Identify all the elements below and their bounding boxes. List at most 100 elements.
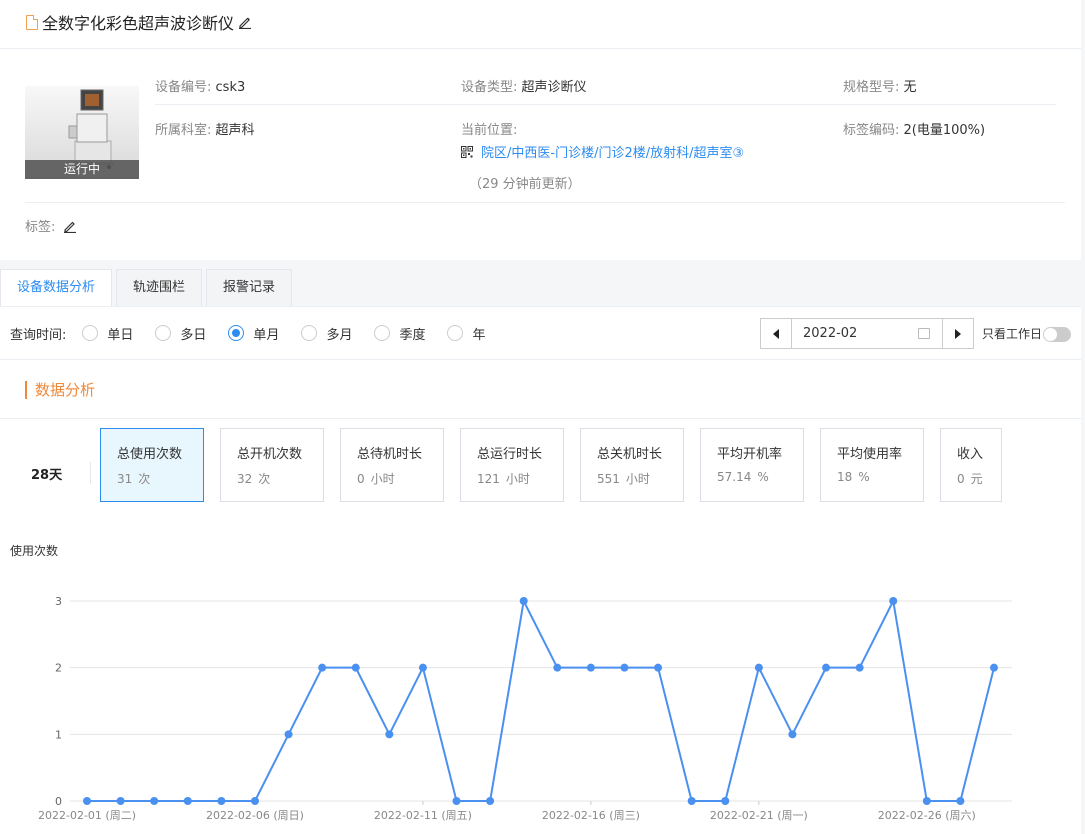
y-tick-label: 3 [55,595,62,608]
data-point [687,797,696,805]
stat-avg-usage-rate[interactable]: 平均使用率 18% [820,428,924,502]
stat-total-power-on[interactable]: 总开机次数 32 次 [220,428,324,502]
data-point [822,663,831,672]
divider [90,462,91,484]
radio-circle[interactable] [301,325,318,341]
tag-row: 标签: [25,216,77,235]
chart-y-axis-label: 使用次数 [10,544,59,558]
divider [155,104,1056,105]
data-point [183,797,192,805]
next-month-button[interactable] [942,318,974,349]
radio-single-month[interactable]: 单月 [228,324,279,343]
tab-alarm-records[interactable]: 报警记录 [206,269,293,306]
data-point [990,663,998,672]
caret-left-icon [773,328,779,339]
qr-code-icon[interactable] [461,145,473,158]
device-status-badge: 运行中 [25,160,139,179]
data-point [889,597,898,605]
radio-quarter[interactable]: 季度 [374,324,425,343]
edit-tag-icon[interactable] [63,219,77,233]
data-point [284,730,293,739]
stat-avg-power-on-rate[interactable]: 平均开机率 57.14% [700,428,804,502]
data-point [956,797,965,805]
radio-circle[interactable] [228,325,245,341]
tab-device-analysis[interactable]: 设备数据分析 [0,269,113,306]
prev-month-button[interactable] [760,318,792,349]
radio-multi-day[interactable]: 多日 [155,324,206,343]
days-count: 28天 [31,468,63,483]
data-point [620,663,629,672]
x-tick-label: 2022-02-21 (周一) [710,809,808,822]
calendar-icon[interactable] [918,328,930,339]
work-days-toggle[interactable] [1043,327,1071,342]
device-info-card: 全数字化彩色超声波诊断仪 运行中 设备编号: csk3 设备类型: 超声诊断仪 … [0,0,1081,260]
x-tick-label: 2022-02-11 (周五) [374,809,472,822]
model-field: 规格型号: 无 [843,80,917,95]
query-time-label: 查询时间: [10,327,67,343]
stat-total-usage[interactable]: 总使用次数 31 次 [100,428,204,502]
update-note: （29 分钟前更新） [469,177,581,192]
query-time-row: 查询时间: 单日 多日 单月 多月 季度 年 [10,323,507,343]
radio-circle[interactable] [82,325,99,341]
department-field: 所属科室: 超声科 [155,123,255,138]
device-title: 全数字化彩色超声波诊断仪 [42,14,235,33]
data-point [418,663,427,672]
data-point [351,663,360,672]
stat-total-off[interactable]: 总关机时长 551 小时 [580,428,684,502]
tab-track-fence[interactable]: 轨迹围栏 [116,269,203,306]
section-title: 数据分析 [25,381,95,399]
divider [0,306,1081,307]
radio-single-day[interactable]: 单日 [82,324,133,343]
date-picker: 2022-02 [760,318,974,349]
location-link[interactable]: 院区/中西医-门诊楼/门诊2楼/放射科/超声室③ [461,142,744,161]
usage-line-chart: 0 1 2 3 2022-02-01 (周二) 2022-02-06 (周日) 2022-0… [38,595,1012,822]
data-point [150,797,159,805]
divider [0,359,1081,360]
radio-multi-month[interactable]: 多月 [301,324,352,343]
data-point [654,663,663,672]
stat-income[interactable]: 收入 0元 [940,428,1002,502]
y-tick-label: 2 [55,662,62,675]
data-point [721,797,730,805]
location-text[interactable]: 院区/中西医-门诊楼/门诊2楼/放射科/超声室③ [481,142,744,161]
radio-circle[interactable] [155,325,172,341]
x-tick-label: 2022-02-06 (周日) [206,809,304,822]
device-number-field: 设备编号: csk3 [155,80,246,95]
tab-bar: 设备数据分析 轨迹围栏 报警记录 [0,269,296,306]
stat-total-standby[interactable]: 总待机时长 0 小时 [340,428,444,502]
location-field: 当前位置: [461,123,518,138]
data-point [116,797,125,805]
data-point [385,730,394,739]
data-point [217,797,226,805]
data-point [318,663,327,672]
x-tick-label: 2022-02-16 (周三) [542,809,640,822]
radio-circle[interactable] [374,325,391,341]
data-point [452,797,461,805]
analysis-panel: 查询时间: 单日 多日 单月 多月 季度 年 2022-02 只看工作日 数据分… [0,306,1081,834]
radio-year[interactable]: 年 [447,324,485,343]
data-point [922,797,931,805]
data-point [486,797,495,805]
document-icon [26,14,38,30]
caret-right-icon [955,328,961,339]
x-tick-label: 2022-02-01 (周二) [38,809,136,822]
divider [0,418,1081,419]
data-point [83,797,91,805]
edit-title-icon[interactable] [238,15,252,29]
month-input[interactable]: 2022-02 [792,318,942,349]
stat-total-runtime[interactable]: 总运行时长 121 小时 [460,428,564,502]
data-point [250,797,259,805]
device-title-row: 全数字化彩色超声波诊断仪 [26,11,252,33]
data-point [586,663,595,672]
y-tick-label: 0 [55,795,62,808]
divider [25,202,1065,203]
radio-circle[interactable] [447,325,464,341]
device-type-field: 设备类型: 超声诊断仪 [461,80,587,95]
data-point [855,663,864,672]
data-point [519,597,528,605]
tag-label: 标签: [25,220,56,235]
device-image: 运行中 [25,86,139,179]
x-tick-label: 2022-02-26 (周六) [878,809,976,822]
data-point [754,663,763,672]
data-point [788,730,797,739]
